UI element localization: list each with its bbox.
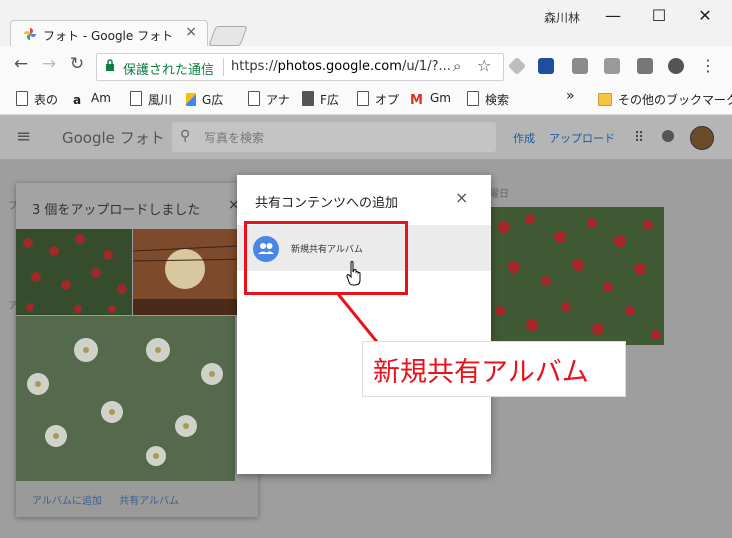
url-scheme: https:// <box>231 59 278 74</box>
page-icon <box>248 91 260 106</box>
google-ads-icon <box>186 93 196 106</box>
chart-extension-icon[interactable] <box>572 58 588 74</box>
browser-menu-icon[interactable]: ⋮ <box>700 56 716 75</box>
profile-name[interactable]: 森川林 <box>544 9 580 26</box>
bookmark-item[interactable]: M Gm <box>410 91 451 108</box>
berries-image <box>23 234 127 313</box>
bookmark-item[interactable]: オプ <box>357 91 399 108</box>
amazon-icon: a <box>73 93 82 107</box>
flowers-image <box>27 338 223 466</box>
window-close-button[interactable]: ✕ <box>695 6 715 25</box>
other-bookmarks-folder[interactable]: その他のブックマーク <box>598 91 732 108</box>
bookmark-star-icon[interactable]: ☆ <box>477 56 491 75</box>
hand-cursor-icon <box>346 261 361 286</box>
browser-tab[interactable]: フォト - Google フォト × <box>10 20 208 48</box>
search-icon[interactable]: ⌕ <box>453 57 461 75</box>
bookmark-item[interactable]: 表の <box>16 91 58 108</box>
code-extension-icon[interactable] <box>637 58 653 74</box>
add-to-album-link[interactable]: アルバムに追加 <box>32 496 102 507</box>
upload-card-title: 3 個をアップロードしました <box>32 203 201 218</box>
create-link[interactable]: 作成 <box>513 130 535 146</box>
bookmark-label: 表の <box>34 93 59 107</box>
tab-title: フォト - Google フォト <box>43 29 174 43</box>
page-icon <box>16 91 28 106</box>
gmail-icon: M <box>410 93 423 108</box>
forward-button[interactable]: → <box>38 54 60 74</box>
uploaded-photo-flowers[interactable] <box>16 316 235 481</box>
bookmark-label: Gm <box>430 91 451 105</box>
bookmarks-overflow-button[interactable]: » <box>566 88 575 104</box>
notifications-icon[interactable] <box>662 130 674 142</box>
shared-album-link[interactable]: 共有アルバム <box>119 496 179 507</box>
reload-button[interactable]: ↻ <box>66 54 88 74</box>
annotation-callout: 新規共有アルバム <box>362 341 626 397</box>
google-photos-logo[interactable]: Google フォト <box>62 127 165 148</box>
bookmark-item[interactable]: 風川 <box>130 91 172 108</box>
minimize-button[interactable]: — <box>603 6 623 25</box>
upload-card-header: 3 個をアップロードしました × <box>16 183 258 229</box>
logo-photos-text: フォト <box>119 129 165 147</box>
annotation-callout-text: 新規共有アルバム <box>373 357 589 388</box>
dialog-title: 共有コンテンツへの追加 <box>255 196 399 211</box>
photo-search-input[interactable]: ⚲ 写真を検索 <box>172 122 496 152</box>
bookmark-label: F広 <box>320 93 339 107</box>
address-bar[interactable]: 保護された通信 https://photos.google.com/u/1/?.… <box>96 53 504 81</box>
url-text: https://photos.google.com/u/1/?... <box>231 59 451 74</box>
back-button[interactable]: ← <box>10 54 32 74</box>
lock-icon <box>106 59 114 71</box>
url-domain: photos.google.com <box>277 59 402 74</box>
page-icon <box>467 91 479 106</box>
bookmark-item[interactable]: 検索 <box>467 91 509 108</box>
logo-google-text: Google <box>62 129 115 147</box>
bookmark-item[interactable]: a Am <box>73 91 111 107</box>
bookmark-label: アナ <box>266 93 290 107</box>
forward-extension-icon[interactable] <box>668 58 684 74</box>
url-path: /u/1/?... <box>401 59 451 74</box>
hamburger-menu-icon[interactable]: ≡ <box>16 126 31 147</box>
bookmark-item[interactable]: F広 <box>302 91 339 108</box>
bookmark-extension-icon[interactable] <box>538 58 554 74</box>
search-icon: ⚲ <box>180 128 191 144</box>
dialog-close-button[interactable]: × <box>455 188 468 207</box>
google-photos-icon <box>24 28 36 40</box>
upload-link[interactable]: アップロード <box>549 130 615 146</box>
maximize-button[interactable]: ☐ <box>649 6 669 25</box>
uploaded-photo-berries[interactable] <box>16 229 132 315</box>
bookmark-label: G広 <box>202 93 224 107</box>
page-icon <box>357 91 369 106</box>
search-placeholder: 写真を検索 <box>204 131 265 145</box>
page-icon <box>130 91 142 106</box>
bookmark-item[interactable]: アナ <box>248 91 290 108</box>
upload-card-actions: アルバムに追加 共有アルバム <box>32 492 179 507</box>
other-bookmarks-label: その他のブックマーク <box>618 93 732 107</box>
bookmark-label: オプ <box>375 93 400 107</box>
background-photo-berries[interactable] <box>490 207 664 345</box>
tab-close-button[interactable]: × <box>185 24 197 40</box>
bookmark-label: 風川 <box>148 93 173 107</box>
bookmark-label: Am <box>91 91 111 105</box>
berries-image <box>495 214 661 340</box>
folder-icon <box>598 93 612 106</box>
avatar[interactable] <box>690 126 714 150</box>
translate-extension-icon[interactable] <box>604 58 620 74</box>
bookmark-label: 検索 <box>485 93 510 107</box>
bookmark-item[interactable]: G広 <box>186 91 223 108</box>
apps-grid-icon[interactable]: ⠿ <box>634 130 644 146</box>
background-date-label: 曜日 <box>489 189 509 200</box>
bookmarks-bar: 表の a Am 風川 G広 アナ F広 オプ M Gm 検索 » その他のブックマー… <box>0 84 732 115</box>
address-divider <box>223 58 224 76</box>
secure-label: 保護された通信 <box>123 63 215 78</box>
highlight-box <box>244 221 408 295</box>
facebook-icon <box>302 91 314 106</box>
